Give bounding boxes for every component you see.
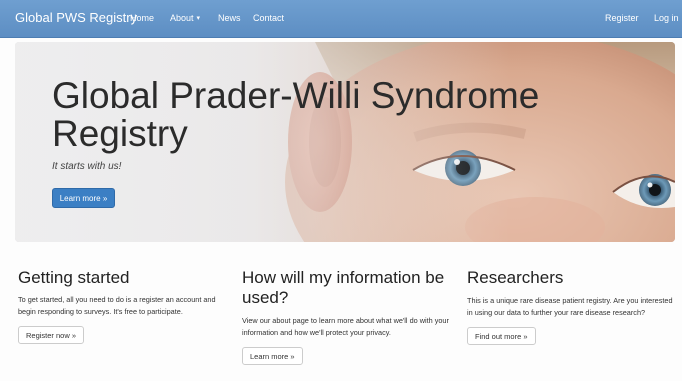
- brand-link[interactable]: Global PWS Registry: [15, 10, 137, 25]
- nav-home-link[interactable]: Home: [130, 13, 154, 23]
- register-now-button[interactable]: Register now »: [18, 326, 85, 344]
- navbar: Global PWS Registry Home About ▾ News Con…: [0, 0, 682, 38]
- researchers-text: This is a unique rare disease patient re…: [467, 296, 673, 317]
- nav-about-dropdown[interactable]: About ▾: [170, 13, 200, 23]
- nav-contact-link[interactable]: Contact: [253, 13, 284, 23]
- learn-more-button[interactable]: Learn more »: [242, 347, 303, 365]
- hero-learn-more-button[interactable]: Learn more »: [52, 188, 115, 208]
- information-use-heading: How will my information be used?: [242, 268, 445, 307]
- information-use-column: How will my information be used? View ou…: [242, 268, 456, 365]
- hero-tagline: It starts with us!: [52, 161, 122, 172]
- getting-started-column: Getting started To get started, all you …: [18, 268, 232, 344]
- getting-started-heading: Getting started: [18, 268, 130, 287]
- researchers-heading: Researchers: [467, 268, 564, 287]
- researchers-column: Researchers This is a unique rare diseas…: [467, 268, 677, 345]
- page: Global PWS Registry Home About ▾ News Con…: [0, 0, 682, 381]
- nav-login-link[interactable]: Log in: [654, 13, 679, 23]
- find-out-more-button[interactable]: Find out more »: [467, 327, 536, 345]
- nav-register-link[interactable]: Register: [605, 13, 639, 23]
- hero-jumbotron: Global Prader-Willi Syndrome Registry It…: [15, 42, 675, 242]
- information-use-text: View our about page to learn more about …: [242, 316, 449, 337]
- caret-down-icon: ▾: [196, 15, 201, 22]
- nav-news-link[interactable]: News: [218, 13, 241, 23]
- nav-about-label: About: [170, 13, 194, 23]
- getting-started-text: To get started, all you need to do is a …: [18, 295, 216, 316]
- hero-title: Global Prader-Willi Syndrome Registry: [52, 75, 540, 154]
